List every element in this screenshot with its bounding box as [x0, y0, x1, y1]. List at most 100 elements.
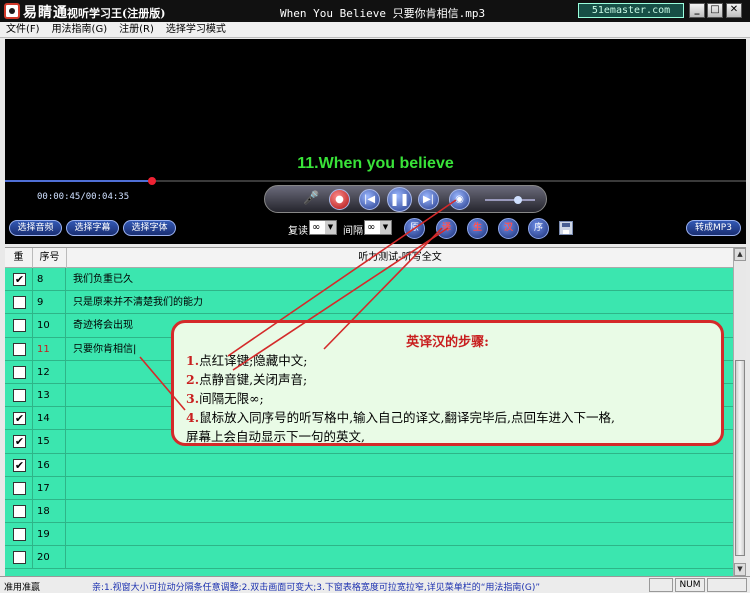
dictation-input[interactable] — [67, 454, 727, 476]
sound-button[interactable]: 生 — [467, 218, 488, 239]
table-row: ✔ 8 我们负重已久 — [5, 268, 733, 292]
column-header-dictation[interactable]: 听力测试-听写全文 — [67, 248, 733, 268]
progress-handle[interactable] — [147, 177, 156, 185]
repeat-cell: ✔ — [5, 453, 33, 476]
dictation-input[interactable] — [67, 546, 727, 568]
volume-slider[interactable] — [485, 196, 535, 204]
table-header: 重 序号 听力测试-听写全文 — [5, 248, 733, 268]
row-number: 16 — [33, 453, 66, 476]
record-button[interactable]: ● — [329, 189, 350, 210]
instruction-callout: 英译汉的步骤: 1.点红译键;隐藏中文; 2.点静音键,关闭声音; 3.间隔无限… — [171, 320, 724, 446]
subtitle-text: 11.When you believe — [297, 155, 454, 172]
progress-bar[interactable] — [5, 177, 746, 185]
mute-button[interactable]: ◉ — [449, 189, 470, 210]
close-button[interactable]: ✕ — [726, 3, 742, 18]
repeat-checkbox[interactable] — [13, 342, 26, 356]
dictation-input[interactable]: 我们负重已久 — [67, 268, 727, 290]
repeat-checkbox[interactable]: ✔ — [13, 435, 26, 449]
maximize-button[interactable]: □ — [707, 3, 723, 18]
previous-button[interactable]: |◀ — [359, 189, 380, 210]
repeat-checkbox[interactable] — [13, 481, 26, 495]
repeat-cell: ✔ — [5, 268, 33, 291]
callout-step: 1.点红译键;隐藏中文; — [186, 351, 716, 370]
row-number: 8 — [33, 268, 66, 291]
dictation-input[interactable] — [67, 477, 727, 499]
repeat-checkbox[interactable] — [13, 365, 26, 379]
row-number: 13 — [33, 383, 66, 407]
step-text: 鼠标放入同序号的听写格中,输入自己的译文,翻译完毕后,点回车进入下一格, — [199, 410, 615, 425]
step-text: 点静音键,关闭声音; — [199, 372, 308, 387]
scroll-up-icon[interactable]: ▲ — [734, 248, 746, 261]
dictation-input[interactable]: 只是原来并不清楚我们的能力 — [67, 291, 727, 313]
menu-learning-mode[interactable]: 选择学习模式 — [160, 22, 232, 37]
repeat-checkbox[interactable]: ✔ — [13, 458, 26, 472]
repeat-cell — [5, 291, 33, 314]
row-number: 17 — [33, 476, 66, 499]
minimize-button[interactable]: _ — [689, 3, 705, 18]
column-header-number[interactable]: 序号 — [33, 248, 67, 268]
translate-button[interactable]: 译 — [436, 218, 457, 239]
table-row: 20 — [5, 546, 733, 570]
column-header-repeat[interactable]: 重 — [5, 248, 33, 268]
repeat-checkbox[interactable] — [13, 319, 26, 333]
select-audio-button[interactable]: 选择音频 — [9, 220, 62, 236]
window-title: When You Believe 只要你肯相信.mp3 — [280, 7, 486, 20]
original-button[interactable]: 原 — [404, 218, 425, 239]
step-number: 3. — [186, 391, 200, 406]
step-text: 间隔无限∞; — [199, 391, 264, 406]
brand-link[interactable]: 51emaster.com — [578, 3, 684, 18]
repeat-checkbox[interactable] — [13, 504, 26, 518]
status-pane-empty — [649, 578, 673, 592]
table-row: 17 — [5, 476, 733, 500]
callout-step: 4.鼠标放入同序号的听写格中,输入自己的译文,翻译完毕后,点回车进入下一格, 屏幕… — [186, 408, 716, 446]
repeat-cell — [5, 499, 33, 523]
chinese-button[interactable]: 汉 — [498, 218, 519, 239]
dictation-input[interactable] — [67, 500, 727, 522]
repeat-cell: ✔ — [5, 407, 33, 430]
step-number: 1. — [186, 353, 200, 368]
convert-mp3-button[interactable]: 转成MP3 — [686, 220, 741, 236]
callout-step: 2.点静音键,关闭声音; — [186, 370, 716, 389]
table-row: ✔ 16 — [5, 453, 733, 477]
step-number: 4. — [186, 410, 200, 425]
select-font-button[interactable]: 选择字体 — [123, 220, 176, 236]
repeat-checkbox[interactable] — [13, 388, 26, 402]
scroll-thumb[interactable] — [735, 360, 745, 556]
repeat-checkbox[interactable] — [13, 528, 26, 542]
repeat-checkbox[interactable]: ✔ — [13, 273, 26, 286]
app-window: 易睛通 视听学习王(注册版) When You Believe 只要你肯相信.m… — [0, 0, 750, 593]
menu-bar: 文件(F) 用法指南(G) 注册(R) 选择学习模式 — [0, 22, 750, 38]
interval-select[interactable]: ∞ — [364, 220, 392, 235]
repeat-cell — [5, 523, 33, 546]
repeat-checkbox[interactable]: ✔ — [13, 412, 26, 426]
repeat-cell — [5, 337, 33, 360]
table-row: 18 — [5, 499, 733, 524]
step-number: 2. — [186, 372, 200, 387]
row-number: 19 — [33, 523, 66, 546]
scroll-down-icon[interactable]: ▼ — [734, 563, 746, 576]
repeat-cell: ✔ — [5, 430, 33, 453]
dictation-input[interactable] — [67, 523, 727, 545]
pause-button[interactable]: ❚❚ — [387, 187, 412, 212]
order-button[interactable]: 序 — [528, 218, 549, 239]
app-name: 易睛通 — [23, 5, 68, 21]
next-button[interactable]: ▶| — [418, 189, 439, 210]
select-subtitle-button[interactable]: 选择字幕 — [66, 220, 119, 236]
transport-bar: 🎤 ● |◀ ❚❚ ▶| ◉ — [264, 185, 547, 213]
volume-handle[interactable] — [513, 196, 522, 204]
microphone-icon[interactable]: 🎤 — [301, 189, 322, 210]
video-display[interactable]: 11.When you believe — [5, 39, 746, 180]
table-row: 9 只是原来并不清楚我们的能力 — [5, 291, 733, 315]
vertical-scrollbar[interactable]: ▲ ▼ — [733, 248, 746, 576]
repeat-checkbox[interactable] — [13, 296, 26, 310]
menu-file[interactable]: 文件(F) — [0, 22, 46, 37]
step-text-continued: 屏幕上会自动显示下一句的英文, — [186, 429, 365, 444]
menu-register[interactable]: 注册(R) — [113, 22, 160, 37]
repeat-select[interactable]: ∞ — [309, 220, 337, 235]
menu-guide[interactable]: 用法指南(G) — [46, 22, 114, 37]
row-number: 11 — [33, 337, 66, 360]
num-lock-indicator: NUM — [675, 578, 705, 592]
repeat-checkbox[interactable] — [13, 551, 26, 565]
save-icon[interactable] — [559, 221, 573, 235]
repeat-cell — [5, 476, 33, 499]
